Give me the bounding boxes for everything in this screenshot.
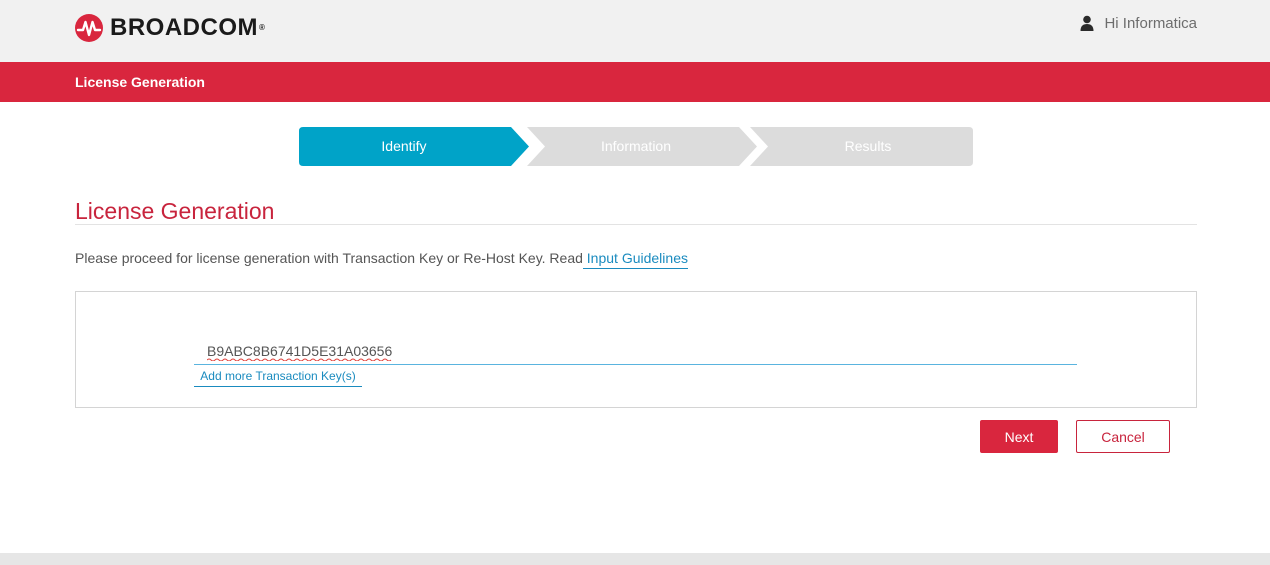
broadcom-logo[interactable]: BROADCOM ®: [75, 14, 265, 42]
cancel-button[interactable]: Cancel: [1076, 420, 1170, 453]
page-title: License Generation: [75, 198, 275, 224]
step-results[interactable]: Results: [754, 127, 982, 166]
user-greeting: Hi Informatica: [1104, 14, 1197, 32]
progress-stepper: Identify Information Results: [299, 127, 973, 166]
step-information[interactable]: Information: [521, 127, 751, 166]
brand-registered-mark: ®: [259, 23, 266, 32]
intro-paragraph: Please proceed for license generation wi…: [75, 250, 688, 269]
add-more-transaction-keys-link[interactable]: Add more Transaction Key(s): [194, 369, 362, 387]
transaction-key-panel: Add more Transaction Key(s): [75, 291, 1197, 408]
footer-bar: [0, 553, 1270, 565]
broadcom-logo-icon: [75, 14, 103, 42]
user-icon: [1080, 15, 1094, 31]
user-menu[interactable]: Hi Informatica: [1080, 14, 1197, 32]
input-guidelines-link[interactable]: Input Guidelines: [582, 250, 688, 269]
spellcheck-underline: [207, 358, 392, 361]
intro-text: Please proceed for license generation wi…: [75, 250, 583, 266]
page-banner: License Generation: [0, 62, 1270, 102]
next-button[interactable]: Next: [980, 420, 1058, 453]
brand-name: BROADCOM: [110, 14, 258, 41]
banner-title: License Generation: [75, 74, 205, 90]
top-bar: BROADCOM ® Hi Informatica: [0, 0, 1270, 62]
step-identify[interactable]: Identify: [299, 127, 509, 166]
title-divider: [75, 224, 1197, 225]
